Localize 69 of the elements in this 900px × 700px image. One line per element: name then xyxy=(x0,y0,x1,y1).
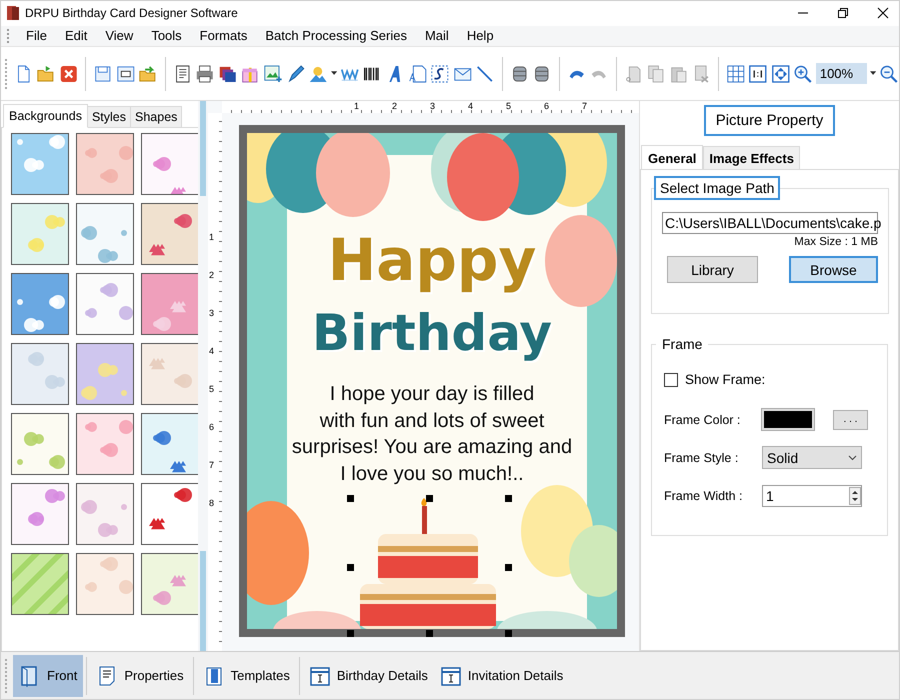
document-text-icon[interactable] xyxy=(408,62,428,84)
ruler-number: 8 xyxy=(209,498,214,508)
ruler-number: 4 xyxy=(468,101,474,112)
close-icon[interactable] xyxy=(877,7,889,20)
ruler-number: 2 xyxy=(209,270,214,280)
group-label: Frame xyxy=(661,335,704,354)
group-label: Select Image Path xyxy=(654,176,780,200)
ruler-number: 3 xyxy=(209,308,214,318)
scrollbar[interactable] xyxy=(198,101,208,652)
selection-handle[interactable] xyxy=(347,630,354,638)
view-tab[interactable]: Birthday Details xyxy=(302,654,434,697)
menu-item[interactable]: Formats xyxy=(190,28,256,44)
ruler-number: 6 xyxy=(209,422,214,432)
view-tab[interactable]: Properties xyxy=(90,654,190,697)
zoom-field[interactable]: 100% xyxy=(816,63,868,84)
fit-icon[interactable] xyxy=(770,62,790,84)
more-button[interactable]: . . . xyxy=(833,410,868,430)
field-label: Frame Style : xyxy=(664,450,740,465)
restore-icon[interactable] xyxy=(837,7,849,20)
style-dropdown[interactable]: Solid xyxy=(762,446,862,470)
print-icon[interactable] xyxy=(195,62,215,84)
menu-item[interactable]: View xyxy=(96,28,142,44)
selection-handle[interactable] xyxy=(426,630,433,638)
field-label: Frame Width : xyxy=(664,489,744,504)
menu-item[interactable]: File xyxy=(17,28,56,44)
ruler-number: 5 xyxy=(209,384,214,394)
checkbox-label: Show Frame: xyxy=(685,372,766,388)
ruler-number: 1 xyxy=(209,232,214,242)
caret-icon[interactable] xyxy=(330,71,337,76)
app-icon xyxy=(6,5,20,22)
form-icon xyxy=(440,664,462,687)
color-swatch[interactable] xyxy=(762,409,814,430)
panel-tab[interactable]: Backgrounds xyxy=(3,104,88,128)
ruler-number: 5 xyxy=(506,101,512,112)
ruler-number: 4 xyxy=(209,346,214,356)
window-title: DRPU Birthday Card Designer Software xyxy=(25,6,239,20)
ruler-number: 3 xyxy=(430,101,436,112)
ruler-number: 7 xyxy=(582,101,588,112)
browse-button[interactable]: Browse xyxy=(789,256,878,284)
menu-item[interactable]: Mail xyxy=(416,28,458,44)
actual-size-icon[interactable] xyxy=(748,62,768,84)
image-add-icon[interactable] xyxy=(263,62,283,84)
menu-item[interactable]: Edit xyxy=(56,28,96,44)
checkbox[interactable] xyxy=(664,372,678,387)
view-tab[interactable]: Templates xyxy=(196,654,296,697)
grid-icon[interactable] xyxy=(726,62,746,84)
ruler-number: 7 xyxy=(209,460,214,470)
menu-item[interactable]: Batch Processing Series xyxy=(256,28,416,44)
signature-icon[interactable] xyxy=(430,62,450,84)
menu-item[interactable]: Tools xyxy=(142,28,191,44)
chevron-icon[interactable] xyxy=(848,454,857,461)
ruler-number: 1 xyxy=(354,101,360,112)
max-size-note: Max Size : 1 MB xyxy=(793,236,878,248)
form-icon xyxy=(308,664,331,687)
ruler-number: 2 xyxy=(392,101,398,112)
panel-title: Picture Property xyxy=(704,105,836,136)
view-tab[interactable]: Invitation Details xyxy=(434,654,570,697)
panel-tab[interactable]: Shapes xyxy=(130,106,182,128)
caret-icon[interactable] xyxy=(870,71,876,76)
menu-item[interactable]: Help xyxy=(458,28,503,44)
ruler-number: 6 xyxy=(544,101,550,112)
field-label: Frame Color : xyxy=(664,412,742,427)
view-tab[interactable]: Front xyxy=(13,654,84,697)
selection-handle[interactable] xyxy=(505,630,512,638)
property-tab[interactable]: General xyxy=(641,145,704,170)
property-tab[interactable]: Image Effects xyxy=(703,146,800,170)
library-button[interactable]: Library xyxy=(667,256,758,284)
width-spinner[interactable]: 1 xyxy=(762,485,862,508)
panel-tab[interactable]: Styles xyxy=(86,106,132,128)
